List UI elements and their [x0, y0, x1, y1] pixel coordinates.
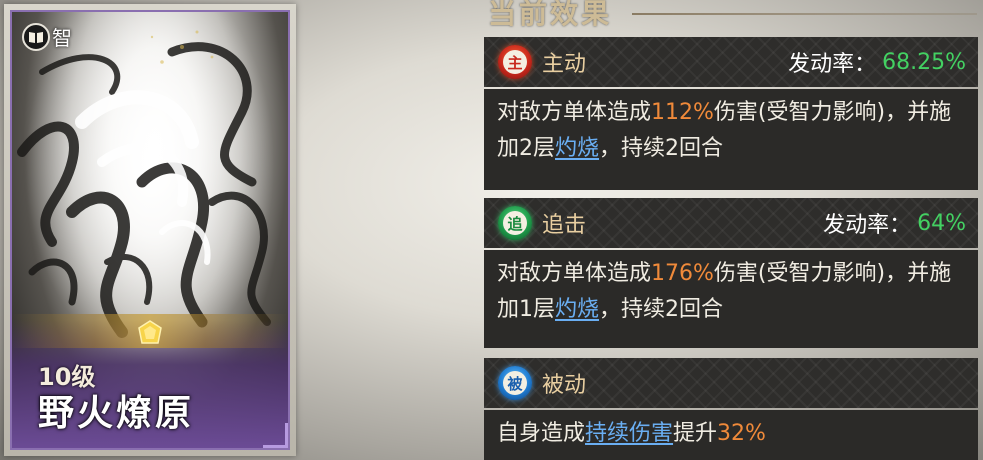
- skill-card[interactable]: 智 10级 野火燎原: [4, 4, 296, 456]
- passive-flame-icon: 被: [498, 366, 532, 400]
- desc-text: 对敌方单体造成: [497, 261, 652, 286]
- pursuit-flame-icon: 追: [498, 206, 532, 240]
- effect-header-active: 主 主动 发动率： 68.25%: [484, 37, 978, 87]
- effect-description-pursuit: 对敌方单体造成176%伤害(受智力影响)，并施加1层灼烧，持续2回合: [484, 250, 978, 348]
- desc-text: ，持续2回合: [599, 297, 724, 322]
- section-title: 当前效果: [488, 0, 613, 30]
- active-flame-icon: 主: [498, 45, 532, 79]
- effect-header-passive: 被 被动: [484, 358, 978, 408]
- effect-type-label: 被动: [542, 373, 587, 398]
- boost-percent: 32%: [717, 421, 766, 446]
- trigger-rate-label: 发动率：: [823, 213, 912, 238]
- effect-type-label: 主动: [542, 52, 587, 77]
- trigger-rate-value: 64%: [917, 210, 966, 236]
- active-icon-glyph: 主: [503, 50, 527, 74]
- trigger-rate-label: 发动率：: [788, 52, 877, 77]
- dot-damage-link[interactable]: 持续伤害: [585, 421, 673, 446]
- skill-card-frame: 智 10级 野火燎原: [10, 10, 290, 450]
- card-type-label: 智: [52, 26, 72, 50]
- effect-type-label: 追击: [542, 213, 587, 238]
- desc-text: 自身造成: [497, 421, 586, 446]
- effect-description-active: 对敌方单体造成112%伤害(受智力影响)，并施加2层灼烧，持续2回合: [484, 89, 978, 190]
- effect-description-passive: 自身造成持续伤害提升32%: [484, 410, 978, 460]
- card-corner-ornament: [263, 423, 288, 448]
- section-title-divider: [632, 13, 977, 15]
- book-icon: [22, 22, 50, 51]
- damage-percent: 176%: [651, 261, 714, 286]
- passive-icon-glyph: 被: [503, 371, 527, 395]
- desc-text: 提升: [673, 421, 718, 446]
- burn-status-link[interactable]: 灼烧: [555, 136, 599, 161]
- effect-header-pursuit: 追 追击 发动率： 64%: [484, 198, 978, 248]
- gem-icon: [138, 320, 162, 344]
- desc-text: 对敌方单体造成: [497, 100, 652, 125]
- pursuit-icon-glyph: 追: [503, 211, 527, 235]
- burn-status-link[interactable]: 灼烧: [555, 297, 599, 322]
- card-skill-name: 野火燎原: [38, 392, 195, 434]
- trigger-rate-value: 68.25%: [882, 49, 966, 75]
- damage-percent: 112%: [651, 100, 714, 125]
- card-type-badge: 智: [22, 22, 72, 51]
- desc-text: ，持续2回合: [599, 136, 724, 161]
